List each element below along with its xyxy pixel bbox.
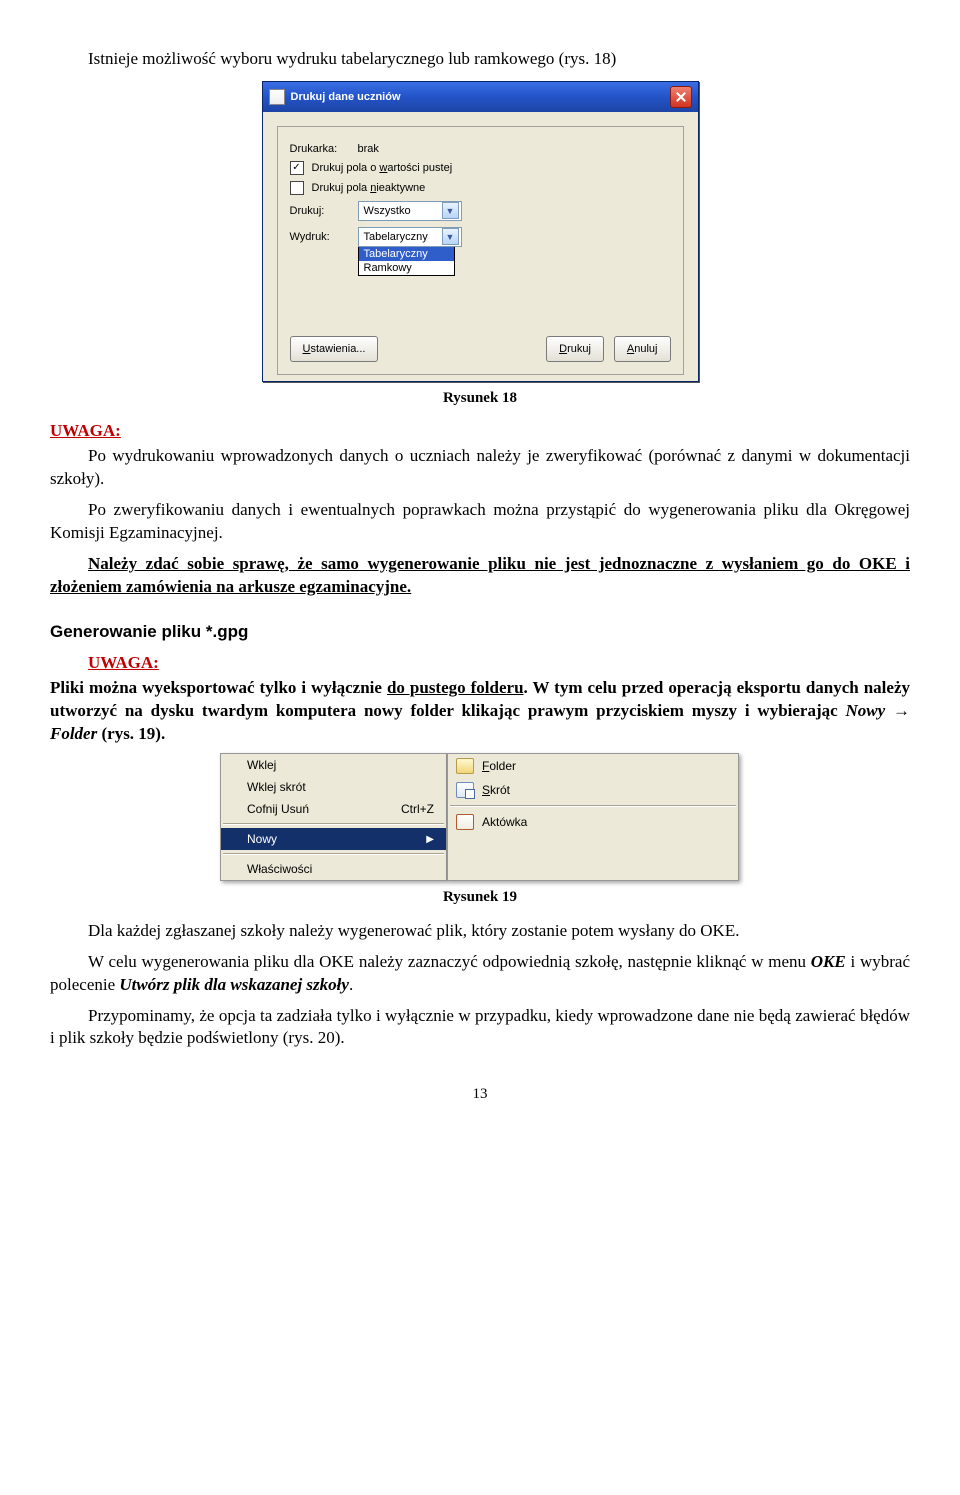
submenu-separator: [450, 805, 736, 807]
uwaga-2-label: UWAGA:: [88, 653, 159, 672]
paragraph-3: Należy zdać sobie sprawę, że samo wygene…: [50, 553, 910, 599]
submenu-aktowka[interactable]: Aktówka: [448, 810, 738, 834]
uwaga-1-label: UWAGA:: [50, 421, 121, 440]
menu-wlasciwosci[interactable]: Właściwości: [221, 858, 446, 880]
briefcase-icon: [456, 814, 474, 830]
paragraph-5: Dla każdej zgłaszanej szkoły należy wyge…: [50, 920, 910, 943]
option-ramkowy[interactable]: Ramkowy: [359, 261, 454, 275]
paragraph-intro: Istnieje możliwość wyboru wydruku tabela…: [50, 48, 910, 71]
chevron-right-icon: ▶: [426, 834, 434, 845]
drukuj-label: Drukuj:: [290, 205, 350, 217]
figure-18-caption: Rysunek 18: [50, 388, 910, 408]
menu-separator: [223, 853, 444, 855]
menu-nowy[interactable]: Nowy ▶: [221, 828, 446, 850]
paragraph-6: W celu wygenerowania pliku dla OKE należ…: [50, 951, 910, 997]
dialog-title: Drukuj dane uczniów: [291, 91, 401, 103]
settings-button[interactable]: Ustawienia...: [290, 336, 379, 362]
checkbox-inactive-fields[interactable]: [290, 181, 304, 195]
submenu-skrot[interactable]: Skrót: [448, 778, 738, 802]
context-menu: Wklej Wklej skrót Cofnij Usuń Ctrl+Z Now…: [220, 753, 447, 881]
paragraph-4: Pliki można wyeksportować tylko i wyłącz…: [50, 677, 910, 746]
checkbox-empty-label: Drukuj pola o wartości pustej: [312, 162, 453, 174]
print-button[interactable]: Drukuj: [546, 336, 604, 362]
figure-19-caption: Rysunek 19: [50, 887, 910, 907]
wydruk-dropdown: Tabelaryczny Ramkowy: [358, 246, 455, 276]
folder-icon: [456, 758, 474, 774]
chevron-down-icon: ▼: [442, 228, 459, 245]
drukuj-select[interactable]: Wszystko ▼: [358, 201, 462, 221]
paragraph-2: Po zweryfikowaniu danych i ewentualnych …: [50, 499, 910, 545]
checkbox-empty-fields[interactable]: [290, 161, 304, 175]
chevron-down-icon: ▼: [442, 202, 459, 219]
shortcut-label: Ctrl+Z: [401, 802, 434, 816]
uwaga-1-text: Po wydrukowaniu wprowadzonych danych o u…: [50, 445, 910, 491]
menu-cofnij[interactable]: Cofnij Usuń Ctrl+Z: [221, 798, 446, 820]
menu-wklej-skrot[interactable]: Wklej skrót: [221, 776, 446, 798]
shortcut-icon: [456, 782, 474, 798]
submenu-folder[interactable]: Folder: [448, 754, 738, 778]
paragraph-7: Przypominamy, że opcja ta zadziała tylko…: [50, 1005, 910, 1051]
wydruk-label: Wydruk:: [290, 231, 350, 243]
cancel-button[interactable]: Anuluj: [614, 336, 671, 362]
menu-wklej[interactable]: Wklej: [221, 754, 446, 776]
checkbox-inactive-label: Drukuj pola nieaktywne: [312, 182, 426, 194]
app-icon: [269, 89, 285, 105]
wydruk-select[interactable]: Tabelaryczny ▼: [358, 227, 462, 247]
section-title: Generowanie pliku *.gpg: [50, 621, 910, 644]
context-menu-screenshot: Wklej Wklej skrót Cofnij Usuń Ctrl+Z Now…: [220, 753, 740, 881]
printer-value: brak: [358, 143, 379, 155]
option-tabelaryczny[interactable]: Tabelaryczny: [359, 247, 454, 261]
menu-separator: [223, 823, 444, 825]
printer-label: Drukarka:: [290, 143, 350, 155]
page-number: 13: [50, 1084, 910, 1104]
close-icon[interactable]: [670, 86, 692, 108]
titlebar: Drukuj dane uczniów: [263, 82, 698, 112]
submenu-nowy: Folder Skrót Aktówka: [447, 753, 739, 881]
print-dialog: Drukuj dane uczniów Drukarka: brak Druku…: [262, 81, 699, 382]
